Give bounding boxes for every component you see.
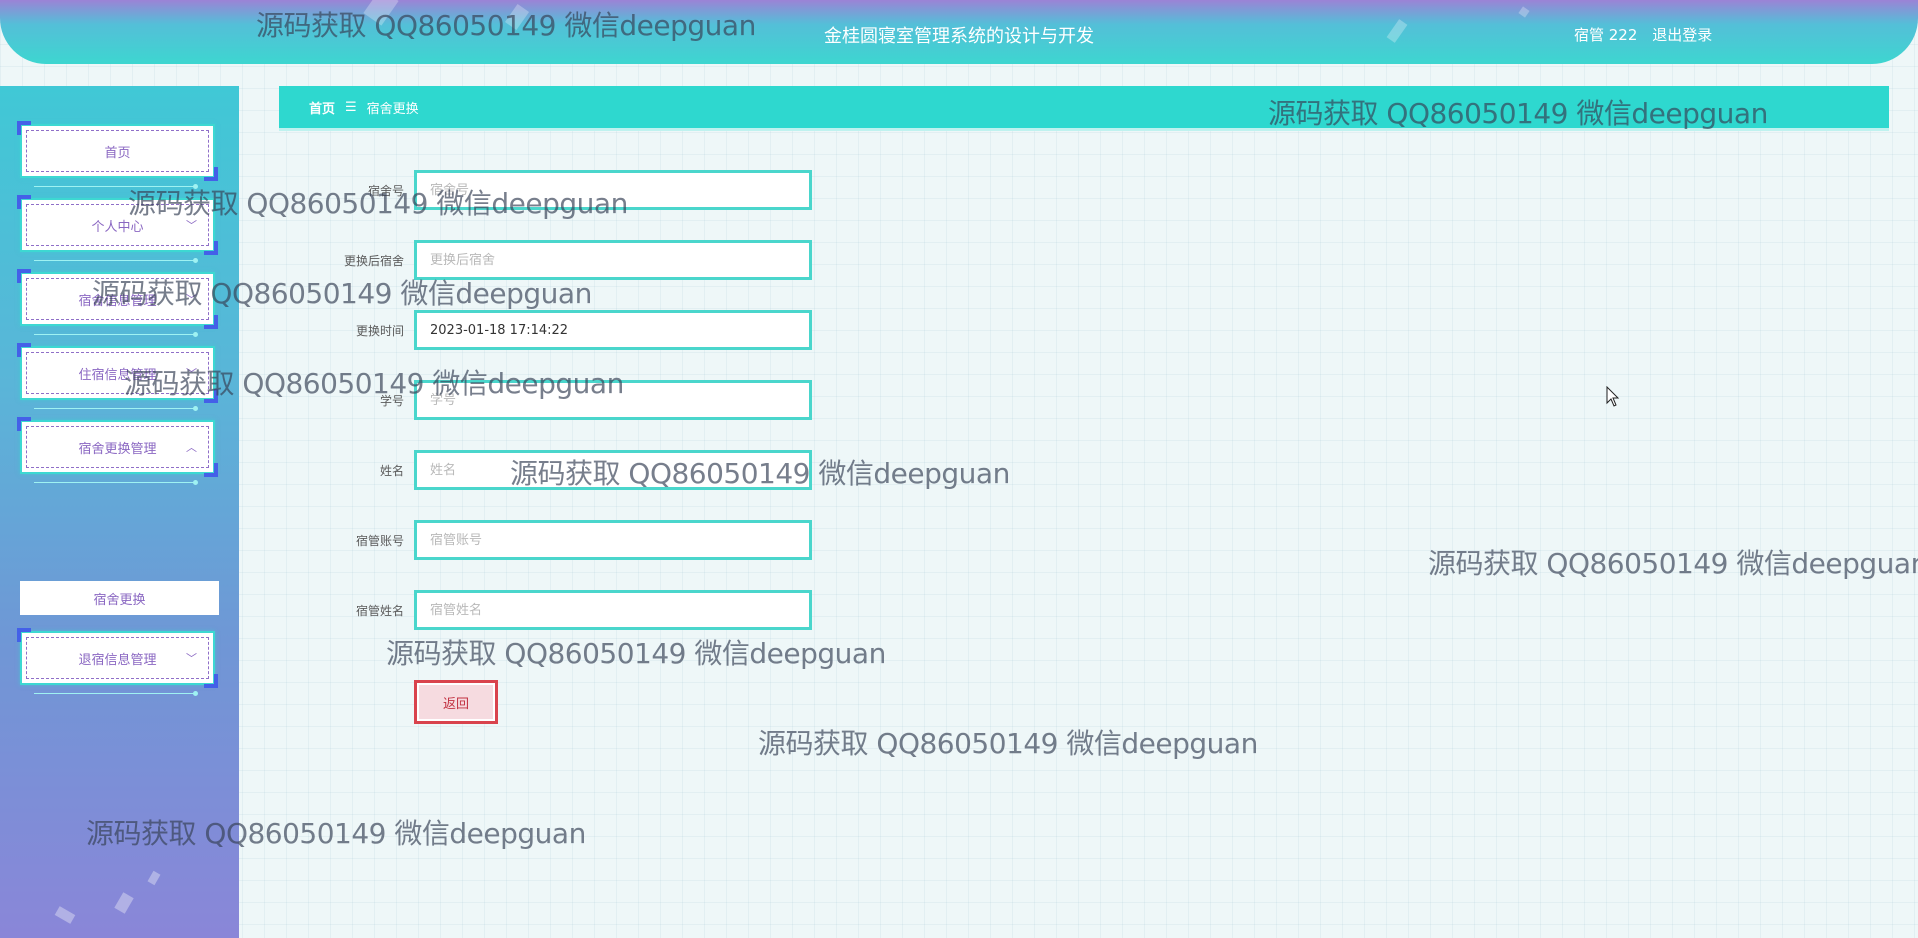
- sidebar-item-checkout-info[interactable]: 退宿信息管理 ﹀: [17, 628, 218, 696]
- top-header: 金桂圆寝室管理系统的设计与开发 宿管 222 退出登录: [0, 0, 1918, 64]
- field-label: 更换时间: [355, 323, 404, 338]
- sidebar-item-lodging-info[interactable]: 住宿信息管理 ﹀: [17, 343, 218, 411]
- new-dorm-input[interactable]: [414, 240, 812, 280]
- breadcrumb: 首页 ☰ 宿舍更换: [279, 86, 1889, 131]
- field-label: 姓名: [379, 463, 404, 478]
- breadcrumb-current: 宿舍更换: [366, 101, 419, 117]
- sidebar-item-label: 首页: [104, 145, 131, 161]
- sidebar-item-dorm-info[interactable]: 宿舍信息管理 ﹀: [17, 269, 218, 337]
- menu-icon: ☰: [345, 99, 357, 115]
- user-area: 宿管 222 退出登录: [1574, 24, 1712, 45]
- decor-shape: [1518, 6, 1530, 18]
- mouse-cursor-icon: [1606, 386, 1620, 407]
- sidebar-item-home[interactable]: 首页: [17, 121, 218, 189]
- sidebar-item-dorm-change[interactable]: 宿舍更换管理 ︿: [17, 417, 218, 485]
- change-time-input[interactable]: [414, 310, 812, 350]
- field-label: 宿舍号: [367, 183, 404, 198]
- name-input[interactable]: [414, 450, 812, 490]
- logout-link[interactable]: 退出登录: [1652, 26, 1712, 44]
- dorm-no-input[interactable]: [414, 170, 812, 210]
- decor-shape: [54, 906, 76, 924]
- sidebar-subitem-dorm-change[interactable]: 宿舍更换: [20, 581, 219, 615]
- sidebar: 首页 个人中心 ﹀ 宿舍信息管理 ﹀ 住宿信息管理 ﹀ 宿舍更换管理 ︿ 宿舍更…: [0, 86, 239, 938]
- chevron-down-icon: ﹀: [186, 219, 197, 232]
- field-label: 学号: [379, 393, 404, 408]
- decor-shape: [114, 892, 134, 914]
- manager-account-input[interactable]: [414, 520, 812, 560]
- watermark-text: 源码获取 QQ86050149 微信deepguan: [386, 637, 886, 670]
- chevron-down-icon: ﹀: [186, 652, 197, 665]
- field-label: 宿管账号: [355, 533, 404, 548]
- manager-name-input[interactable]: [414, 590, 812, 630]
- student-no-input[interactable]: [414, 380, 812, 420]
- chevron-down-icon: ﹀: [186, 293, 197, 306]
- decor-shape: [147, 870, 161, 886]
- watermark-text: 源码获取 QQ86050149 微信deepguan: [758, 727, 1258, 760]
- field-label: 宿管姓名: [355, 603, 404, 618]
- breadcrumb-home[interactable]: 首页: [309, 98, 335, 117]
- field-label: 更换后宿舍: [343, 253, 404, 268]
- watermark-text: 源码获取 QQ86050149 微信deepguan: [1428, 547, 1918, 580]
- chevron-down-icon: ﹀: [186, 367, 197, 380]
- user-label: 宿管 222: [1574, 26, 1638, 44]
- back-button[interactable]: 返回: [414, 680, 498, 724]
- chevron-up-icon: ︿: [186, 441, 197, 454]
- sidebar-item-personal-center[interactable]: 个人中心 ﹀: [17, 195, 218, 263]
